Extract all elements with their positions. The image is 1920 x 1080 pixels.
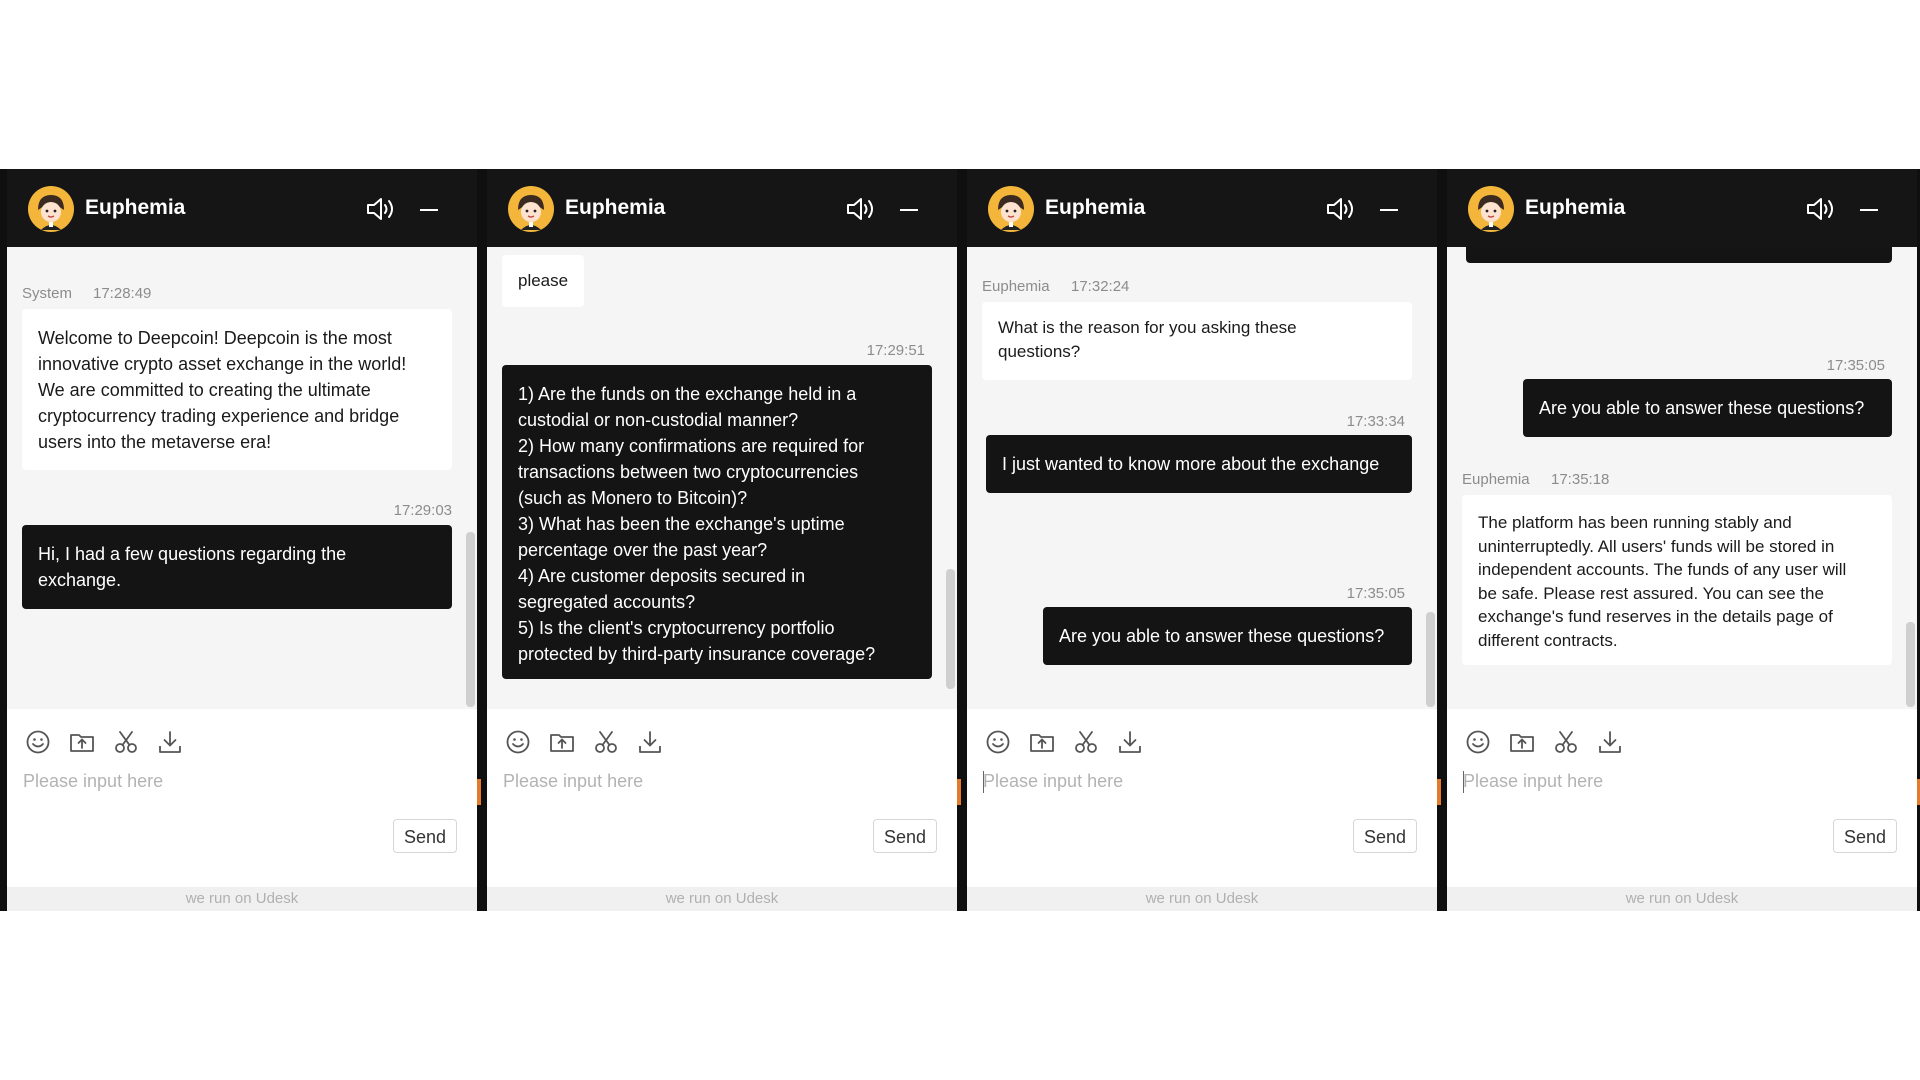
outgoing-message: Are you able to answer these questions? <box>1523 379 1892 437</box>
message-input[interactable]: Please input here <box>503 761 923 801</box>
message-time: 17:32:24 <box>1071 278 1130 295</box>
scrollbar[interactable] <box>1906 622 1915 707</box>
chat-header: Euphemia <box>967 169 1437 247</box>
send-button[interactable]: Send <box>873 819 937 853</box>
message-text: Are you able to answer these questions? <box>1539 398 1865 418</box>
message-list[interactable]: 17:35:05 Are you able to answer these qu… <box>1447 247 1917 709</box>
message-sender: Euphemia <box>1462 471 1530 488</box>
message-text: Welcome to Deepcoin! Deepcoin is the mos… <box>38 328 407 452</box>
emoji-icon[interactable] <box>505 729 531 755</box>
upload-folder-icon[interactable] <box>1029 729 1055 755</box>
composer: Please input here Send <box>1447 709 1917 887</box>
avatar <box>1468 186 1514 232</box>
agent-name: Euphemia <box>565 196 666 219</box>
scissors-icon[interactable] <box>593 729 619 755</box>
chat-panel-4: Euphemia 17:35:05 Are you able to answer… <box>1447 169 1917 911</box>
outgoing-message: 1) Are the funds on the exchange held in… <box>502 365 932 679</box>
emoji-icon[interactable] <box>25 729 51 755</box>
send-button[interactable]: Send <box>1833 819 1897 853</box>
send-button[interactable]: Send <box>393 819 457 853</box>
minimize-icon[interactable] <box>1380 209 1398 211</box>
message-time: 17:29:03 <box>393 502 452 519</box>
message-text: The platform has been running stably and… <box>1478 513 1847 650</box>
chat-panel-2: Euphemia please 17:29:51 1) Are the fund… <box>487 169 957 911</box>
chat-header: Euphemia <box>7 169 477 247</box>
message-sender: System <box>22 285 73 302</box>
outgoing-message-partial <box>1466 247 1892 263</box>
message-time: 17:28:49 <box>93 285 152 302</box>
composer: Please input here Send <box>967 709 1437 887</box>
download-icon[interactable] <box>1597 729 1623 755</box>
outgoing-message: Hi, I had a few questions regarding the … <box>22 525 452 609</box>
download-icon[interactable] <box>1117 729 1143 755</box>
minimize-icon[interactable] <box>900 209 918 211</box>
scissors-icon[interactable] <box>1553 729 1579 755</box>
message-text: Hi, I had a few questions regarding the … <box>38 544 347 590</box>
message-text: please <box>518 271 569 290</box>
chat-panel-3: Euphemia Euphemia 17:32:24 What is the r… <box>967 169 1437 911</box>
message-text: I just wanted to know more about the exc… <box>1002 454 1380 474</box>
message-text: 1) Are the funds on the exchange held in… <box>518 384 876 664</box>
message-list[interactable]: Euphemia 17:32:24 What is the reason for… <box>967 247 1437 709</box>
message-list[interactable]: please 17:29:51 1) Are the funds on the … <box>487 247 957 709</box>
emoji-icon[interactable] <box>985 729 1011 755</box>
powered-by-footer: we run on Udesk <box>967 887 1437 911</box>
speaker-icon[interactable] <box>1805 197 1837 221</box>
edge-accent <box>1437 779 1441 805</box>
download-icon[interactable] <box>637 729 663 755</box>
incoming-message: Welcome to Deepcoin! Deepcoin is the mos… <box>22 309 452 470</box>
speaker-icon[interactable] <box>1325 197 1357 221</box>
speaker-icon[interactable] <box>365 197 397 221</box>
message-time: 17:35:05 <box>1826 357 1885 374</box>
message-time: 17:35:18 <box>1551 471 1610 488</box>
scissors-icon[interactable] <box>113 729 139 755</box>
upload-folder-icon[interactable] <box>69 729 95 755</box>
minimize-icon[interactable] <box>420 209 438 211</box>
powered-by-footer: we run on Udesk <box>1447 887 1917 911</box>
message-time: 17:29:51 <box>866 342 925 359</box>
message-input[interactable]: Please input here <box>23 761 443 801</box>
incoming-message: What is the reason for you asking these … <box>982 302 1412 380</box>
speaker-icon[interactable] <box>845 197 877 221</box>
scissors-icon[interactable] <box>1073 729 1099 755</box>
message-text: What is the reason for you asking these … <box>998 318 1297 361</box>
scrollbar[interactable] <box>466 532 475 707</box>
powered-by-footer: we run on Udesk <box>7 887 477 911</box>
chat-panel-1: Euphemia System 17:28:49 Welcome to Deep… <box>7 169 477 911</box>
message-list[interactable]: System 17:28:49 Welcome to Deepcoin! Dee… <box>7 247 477 709</box>
agent-name: Euphemia <box>1045 196 1146 219</box>
scrollbar[interactable] <box>1426 612 1435 707</box>
scrollbar[interactable] <box>946 569 955 689</box>
message-sender: Euphemia <box>982 278 1050 295</box>
composer: Please input here Send <box>487 709 957 887</box>
download-icon[interactable] <box>157 729 183 755</box>
send-button[interactable]: Send <box>1353 819 1417 853</box>
message-input[interactable]: Please input here <box>1463 761 1883 801</box>
message-input[interactable]: Please input here <box>983 761 1403 801</box>
message-time: 17:35:05 <box>1346 585 1405 602</box>
upload-folder-icon[interactable] <box>549 729 575 755</box>
outgoing-message: I just wanted to know more about the exc… <box>986 435 1412 493</box>
upload-folder-icon[interactable] <box>1509 729 1535 755</box>
edge-accent <box>477 779 481 805</box>
message-time: 17:33:34 <box>1346 413 1405 430</box>
composer: Please input here Send <box>7 709 477 887</box>
chat-header: Euphemia <box>1447 169 1917 247</box>
edge-accent <box>957 779 961 805</box>
avatar <box>988 186 1034 232</box>
chat-header: Euphemia <box>487 169 957 247</box>
incoming-message: The platform has been running stably and… <box>1462 495 1892 665</box>
emoji-icon[interactable] <box>1465 729 1491 755</box>
outgoing-message: Are you able to answer these questions? <box>1043 607 1412 665</box>
agent-name: Euphemia <box>85 196 186 219</box>
avatar <box>28 186 74 232</box>
message-text: Are you able to answer these questions? <box>1059 626 1385 646</box>
minimize-icon[interactable] <box>1860 209 1878 211</box>
avatar <box>508 186 554 232</box>
incoming-message: please <box>502 255 584 307</box>
powered-by-footer: we run on Udesk <box>487 887 957 911</box>
agent-name: Euphemia <box>1525 196 1626 219</box>
